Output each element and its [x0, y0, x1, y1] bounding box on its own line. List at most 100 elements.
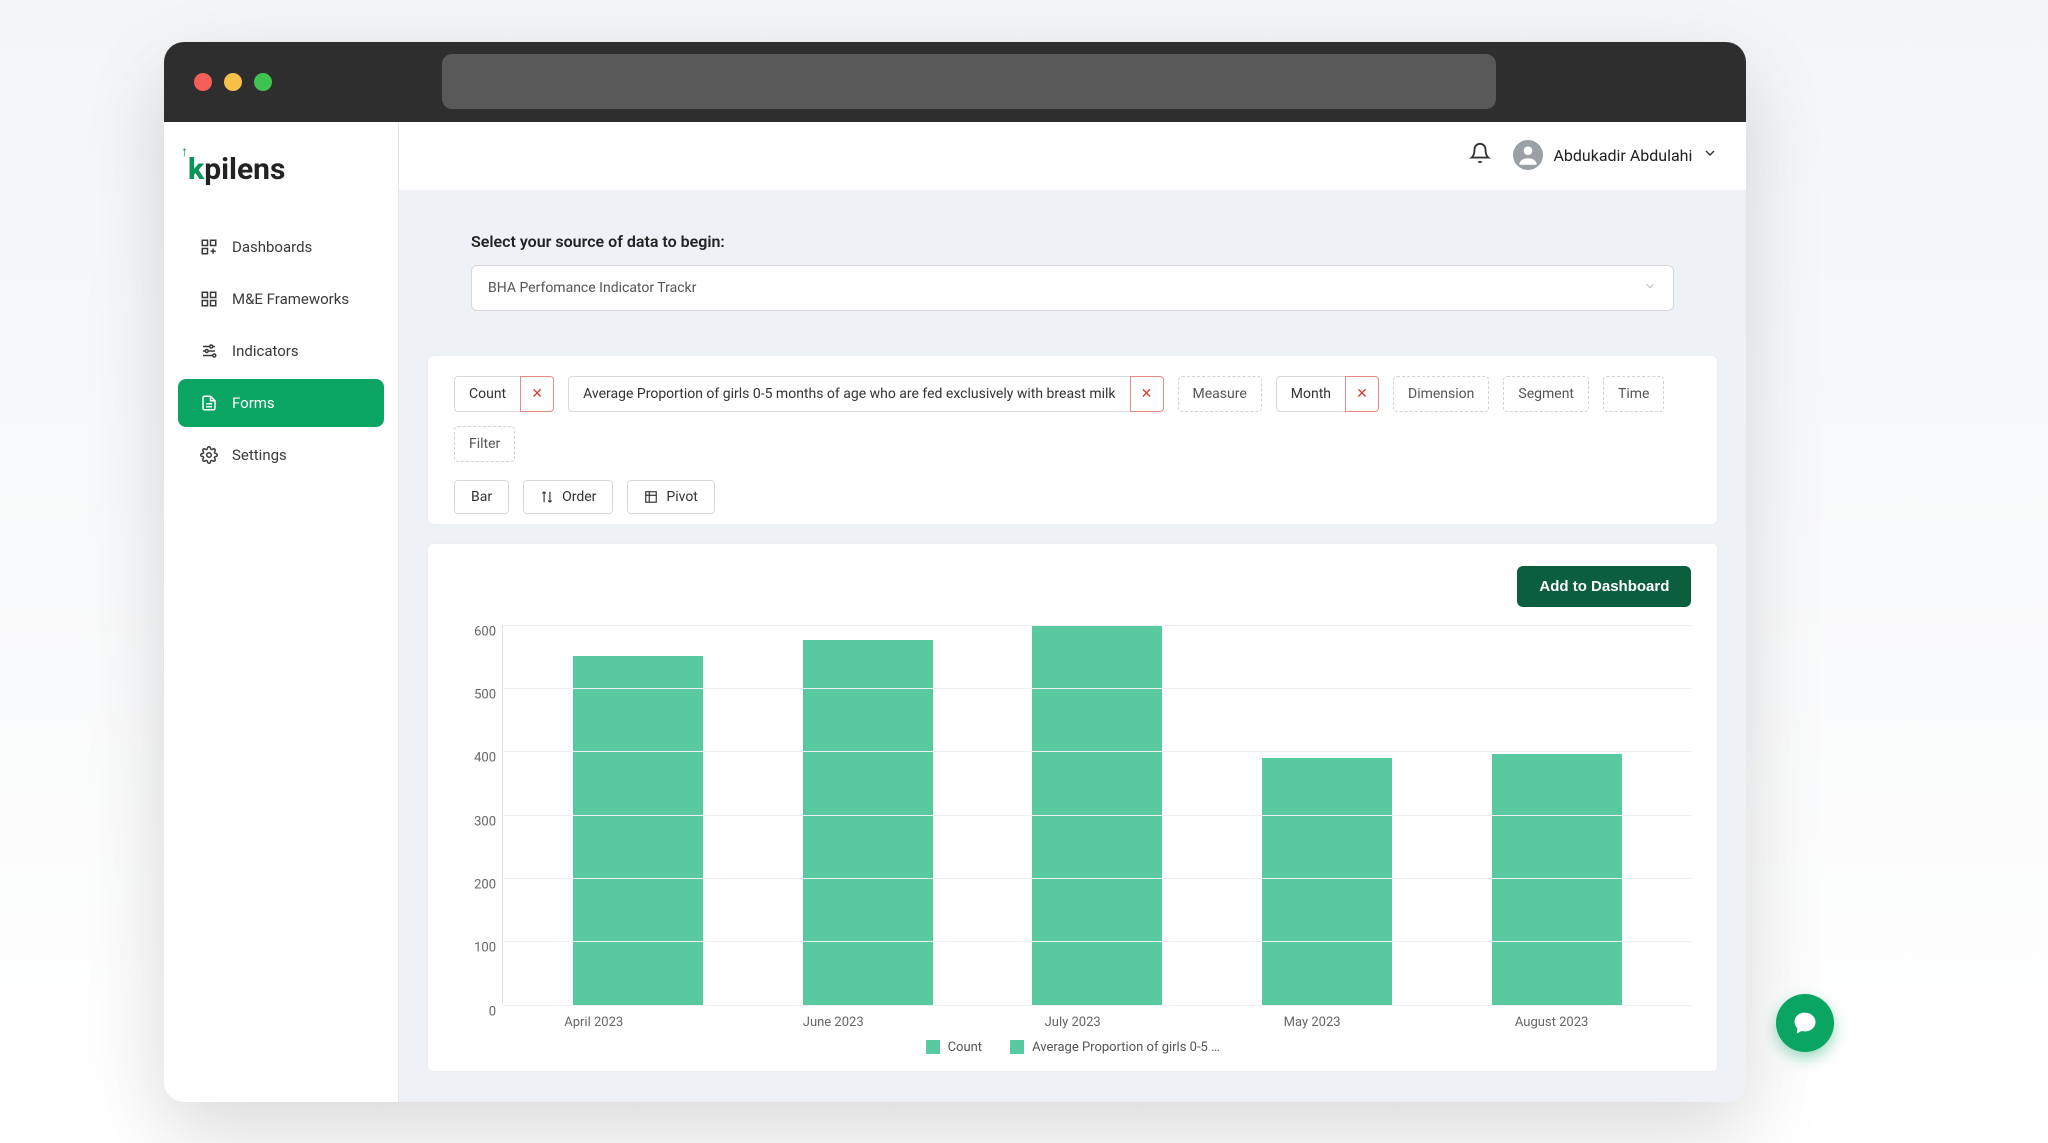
chart-type-select[interactable]: Bar — [454, 480, 509, 514]
legend-item-avg: Average Proportion of girls 0-5 … — [1010, 1040, 1220, 1055]
month-chip-group: Month ✕ — [1276, 376, 1379, 412]
legend-label: Average Proportion of girls 0-5 … — [1032, 1040, 1220, 1055]
legend-swatch — [926, 1040, 940, 1054]
pivot-icon — [644, 490, 658, 504]
bar[interactable] — [1262, 758, 1392, 1005]
grid-line — [503, 751, 1691, 752]
remove-month-button[interactable]: ✕ — [1345, 376, 1379, 412]
y-tick-label: 200 — [474, 877, 496, 892]
bar[interactable] — [573, 656, 703, 1004]
user-menu[interactable]: Abdukadir Abdulahi — [1513, 140, 1718, 170]
chip-dimension[interactable]: Dimension — [1393, 376, 1489, 412]
sidebar-item-frameworks[interactable]: M&E Frameworks — [178, 275, 384, 323]
data-source-label: Select your source of data to begin: — [471, 232, 1674, 251]
x-axis-labels: April 2023June 2023July 2023May 2023Augu… — [454, 1005, 1691, 1030]
chip-count[interactable]: Count — [454, 376, 520, 412]
pivot-button[interactable]: Pivot — [627, 480, 714, 514]
maximize-window-button[interactable] — [254, 73, 272, 91]
plot-area — [502, 625, 1691, 1005]
bar-column — [793, 640, 943, 1004]
x-tick-label: May 2023 — [1237, 1015, 1387, 1030]
chevron-down-icon — [1643, 279, 1657, 297]
grid-line — [503, 878, 1691, 879]
document-icon — [200, 394, 218, 412]
sort-icon — [540, 490, 554, 504]
sidebar-item-dashboards[interactable]: Dashboards — [178, 223, 384, 271]
logo-text: pilens — [204, 152, 285, 187]
chart-type-value: Bar — [471, 489, 492, 505]
topbar: Abdukadir Abdulahi — [399, 122, 1746, 190]
grid-line — [503, 941, 1691, 942]
order-label: Order — [562, 489, 596, 505]
chip-filter[interactable]: Filter — [454, 426, 515, 462]
notifications-icon[interactable] — [1469, 142, 1491, 168]
close-window-button[interactable] — [194, 73, 212, 91]
sidebar-nav: Dashboards M&E Frameworks Indicators — [164, 213, 398, 489]
chevron-down-icon — [1702, 145, 1718, 165]
grid-icon — [200, 290, 218, 308]
main-content: Abdukadir Abdulahi Select your source of… — [399, 122, 1746, 1102]
sidebar-item-indicators[interactable]: Indicators — [178, 327, 384, 375]
sliders-icon — [200, 342, 218, 360]
pivot-label: Pivot — [666, 489, 697, 505]
sidebar-item-label: Settings — [232, 446, 287, 464]
x-tick-label: August 2023 — [1477, 1015, 1627, 1030]
app-window: kpilens Dashboards M&E Frameworks — [164, 42, 1746, 1102]
grid-line — [503, 1005, 1691, 1006]
sidebar-item-label: Forms — [232, 394, 275, 412]
sidebar-item-label: M&E Frameworks — [232, 290, 349, 308]
data-source-value: BHA Perfomance Indicator Trackr — [488, 280, 696, 296]
chart-header: Add to Dashboard — [454, 566, 1691, 607]
y-tick-label: 100 — [474, 941, 496, 956]
remove-count-button[interactable]: ✕ — [520, 376, 554, 412]
logo-mark: k — [188, 152, 204, 187]
minimize-window-button[interactable] — [224, 73, 242, 91]
y-axis: 0100200300400500600 — [454, 625, 502, 1005]
chart-card: Add to Dashboard 0100200300400500600 Apr… — [427, 543, 1718, 1072]
remove-metric-button[interactable]: ✕ — [1130, 376, 1164, 412]
y-tick-label: 0 — [489, 1004, 496, 1019]
gear-icon — [200, 446, 218, 464]
y-tick-label: 300 — [474, 814, 496, 829]
browser-titlebar — [164, 42, 1746, 122]
sidebar-item-label: Indicators — [232, 342, 299, 360]
chip-month[interactable]: Month — [1276, 376, 1345, 412]
bar-chart: 0100200300400500600 — [454, 625, 1691, 1005]
grid-line — [503, 815, 1691, 816]
x-tick-label: April 2023 — [519, 1015, 669, 1030]
add-to-dashboard-button[interactable]: Add to Dashboard — [1517, 566, 1691, 607]
bar-column — [563, 656, 713, 1004]
count-chip-group: Count ✕ — [454, 376, 554, 412]
sidebar: kpilens Dashboards M&E Frameworks — [164, 122, 399, 1102]
address-bar[interactable] — [442, 54, 1496, 109]
sidebar-item-settings[interactable]: Settings — [178, 431, 384, 479]
data-source-section: Select your source of data to begin: BHA… — [399, 190, 1746, 337]
chip-metric[interactable]: Average Proportion of girls 0-5 months o… — [568, 376, 1129, 412]
chart-controls: Bar Order Pivot — [454, 480, 1691, 514]
workspace: Select your source of data to begin: BHA… — [399, 190, 1746, 1102]
sidebar-item-forms[interactable]: Forms — [178, 379, 384, 427]
x-tick-label: June 2023 — [758, 1015, 908, 1030]
window-controls — [194, 73, 272, 91]
y-tick-label: 600 — [474, 624, 496, 639]
grid-line — [503, 688, 1691, 689]
y-tick-label: 500 — [474, 687, 496, 702]
chip-measure[interactable]: Measure — [1178, 376, 1262, 412]
order-button[interactable]: Order — [523, 480, 613, 514]
chart-legend: Count Average Proportion of girls 0-5 … — [454, 1030, 1691, 1061]
bar[interactable] — [1492, 754, 1622, 1004]
metric-chip-group: Average Proportion of girls 0-5 months o… — [568, 376, 1163, 412]
query-builder-panel: Count ✕ Average Proportion of girls 0-5 … — [427, 355, 1718, 525]
chips-row-2: Filter — [454, 426, 1691, 462]
legend-item-count: Count — [926, 1040, 982, 1055]
logo: kpilens — [164, 134, 398, 213]
bar-column — [1482, 754, 1632, 1004]
chip-time[interactable]: Time — [1603, 376, 1664, 412]
user-name: Abdukadir Abdulahi — [1553, 146, 1692, 165]
data-source-select[interactable]: BHA Perfomance Indicator Trackr — [471, 265, 1674, 311]
avatar-icon — [1513, 140, 1543, 170]
legend-swatch — [1010, 1040, 1024, 1054]
chip-segment[interactable]: Segment — [1503, 376, 1589, 412]
bar[interactable] — [803, 640, 933, 1004]
chat-fab[interactable] — [1776, 994, 1834, 1052]
